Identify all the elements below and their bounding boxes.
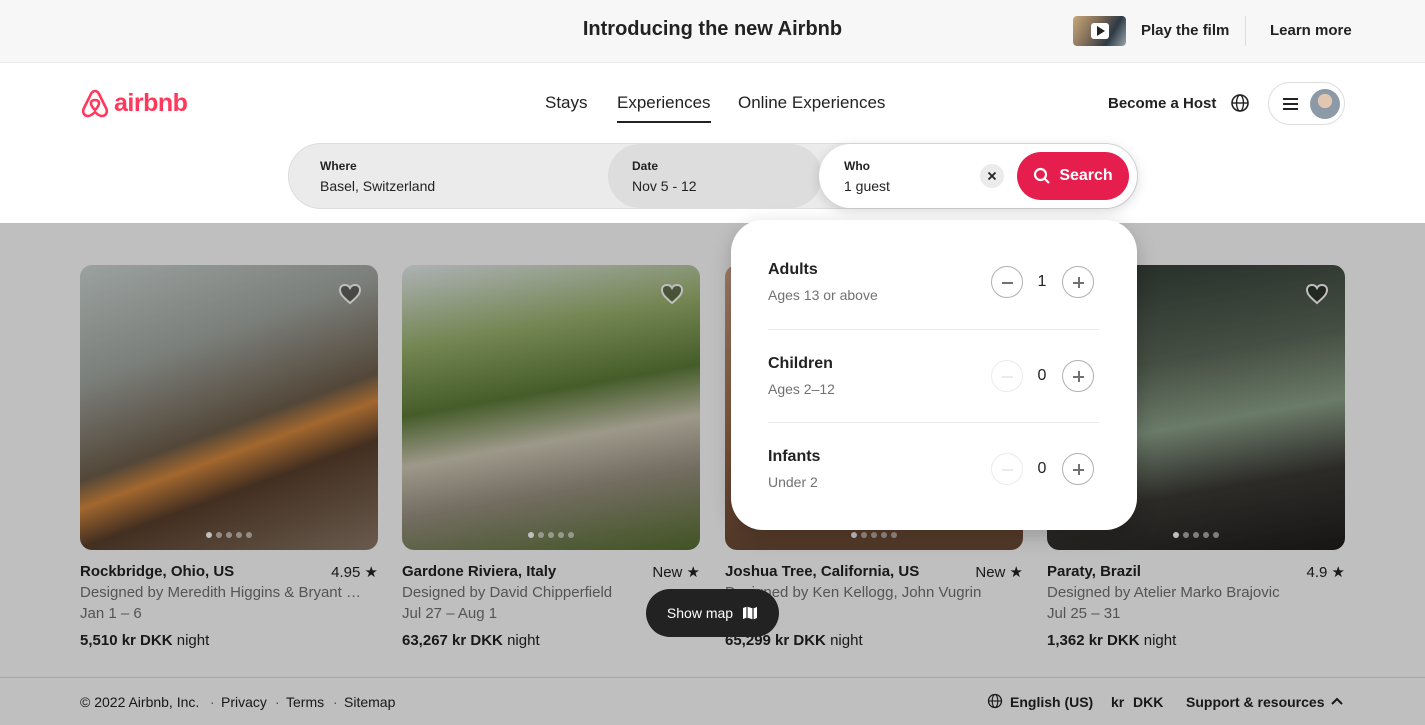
listing-title: Joshua Tree, California, US xyxy=(725,563,920,580)
infants-count: 0 xyxy=(1037,460,1047,477)
listing-dates: Jan 1 – 6 xyxy=(80,605,142,622)
guest-row-adults: Adults Ages 13 or above 1 xyxy=(768,236,1099,329)
listing-rating: New ★ xyxy=(975,564,1023,581)
guest-type-sublabel: Under 2 xyxy=(768,474,818,490)
tab-online-experiences[interactable]: Online Experiences xyxy=(738,93,885,113)
announcement-banner: Introducing the new Airbnb Play the film… xyxy=(0,0,1425,63)
decrease-adults-button[interactable] xyxy=(991,266,1023,298)
increase-infants-button[interactable] xyxy=(1062,453,1094,485)
show-map-label: Show map xyxy=(666,605,734,621)
airbnb-logo[interactable]: airbnb xyxy=(80,87,188,119)
tab-experiences[interactable]: Experiences xyxy=(617,93,711,123)
where-label: Where xyxy=(320,159,357,173)
guest-type-label: Adults xyxy=(768,261,818,278)
become-host-link[interactable]: Become a Host xyxy=(1108,95,1216,112)
date-field[interactable]: Date Nov 5 - 12 xyxy=(608,144,822,208)
listing-rating: New ★ xyxy=(652,564,700,581)
search-icon xyxy=(1034,167,1051,184)
chevron-up-icon[interactable] xyxy=(1330,696,1344,706)
footer-link-terms[interactable]: Terms xyxy=(286,694,324,710)
play-film-link[interactable]: Play the film xyxy=(1141,22,1229,39)
language-selector[interactable]: English (US) xyxy=(1010,694,1093,710)
where-value: Basel, Switzerland xyxy=(320,178,436,194)
globe-icon xyxy=(987,693,1003,709)
site-header: airbnb Stays Experiences Online Experien… xyxy=(0,63,1425,223)
listing-title: Paraty, Brazil xyxy=(1047,563,1141,580)
listing-rating: 4.95 ★ xyxy=(331,564,378,581)
menu-icon xyxy=(1283,98,1298,110)
site-footer: © 2022 Airbnb, Inc. · Privacy · Terms · … xyxy=(0,677,1425,725)
date-label: Date xyxy=(632,159,659,173)
heart-icon[interactable] xyxy=(660,282,684,306)
search-bar: Where Basel, Switzerland Date Nov 5 - 12… xyxy=(288,143,1138,209)
film-thumbnail[interactable] xyxy=(1073,16,1126,46)
heart-icon[interactable] xyxy=(338,282,362,306)
image-pagination-dots xyxy=(80,532,378,538)
support-resources-link[interactable]: Support & resources xyxy=(1186,694,1324,710)
guest-row-children: Children Ages 2–12 0 xyxy=(768,329,1099,422)
close-icon xyxy=(987,171,997,181)
search-button-label: Search xyxy=(1059,167,1113,184)
image-pagination-dots xyxy=(725,532,1023,538)
listing-price: 63,267 kr DKK night xyxy=(402,632,540,649)
logo-wordmark: airbnb xyxy=(114,88,188,117)
increase-adults-button[interactable] xyxy=(1062,266,1094,298)
map-icon xyxy=(743,606,758,620)
search-button[interactable]: Search xyxy=(1017,152,1129,200)
listing-title: Rockbridge, Ohio, US xyxy=(80,563,235,580)
listing-image[interactable] xyxy=(402,265,700,550)
user-menu-button[interactable] xyxy=(1268,82,1345,125)
listing-designer: Designed by Atelier Marko Brajovic xyxy=(1047,584,1280,601)
listing-card[interactable]: Gardone Riviera, Italy New ★ Designed by… xyxy=(402,265,700,649)
guests-dropdown: Adults Ages 13 or above 1 Children Ages … xyxy=(731,220,1137,530)
children-count: 0 xyxy=(1037,367,1047,384)
banner-divider xyxy=(1245,16,1246,46)
date-value: Nov 5 - 12 xyxy=(632,178,697,194)
image-pagination-dots xyxy=(402,532,700,538)
listing-image[interactable] xyxy=(80,265,378,550)
who-field[interactable]: Who 1 guest Search xyxy=(819,144,1137,208)
currency-selector[interactable]: DKK xyxy=(1133,694,1163,710)
decrease-children-button[interactable] xyxy=(991,360,1023,392)
footer-separator: · xyxy=(210,694,215,710)
guest-type-sublabel: Ages 13 or above xyxy=(768,287,878,303)
footer-link-sitemap[interactable]: Sitemap xyxy=(344,694,395,710)
learn-more-link[interactable]: Learn more xyxy=(1270,22,1352,39)
footer-separator: · xyxy=(275,694,280,710)
decrease-infants-button[interactable] xyxy=(991,453,1023,485)
currency-symbol[interactable]: kr xyxy=(1111,694,1124,710)
heart-icon[interactable] xyxy=(1305,282,1329,306)
guest-row-infants: Infants Under 2 0 xyxy=(768,422,1099,515)
image-pagination-dots xyxy=(1047,532,1345,538)
listing-title: Gardone Riviera, Italy xyxy=(402,563,557,580)
show-map-button[interactable]: Show map xyxy=(646,589,779,637)
listing-rating: 4.9 ★ xyxy=(1306,564,1345,581)
adults-count: 1 xyxy=(1037,273,1047,290)
increase-children-button[interactable] xyxy=(1062,360,1094,392)
globe-icon[interactable] xyxy=(1229,92,1251,114)
listing-dates: Jul 25 – 31 xyxy=(1047,605,1121,622)
airbnb-logo-icon xyxy=(81,89,109,118)
who-label: Who xyxy=(844,159,870,173)
who-value: 1 guest xyxy=(844,178,890,194)
listing-designer: Designed by David Chipperfield xyxy=(402,584,613,601)
where-field[interactable]: Where Basel, Switzerland xyxy=(289,144,609,208)
play-icon xyxy=(1091,23,1109,39)
clear-guests-button[interactable] xyxy=(980,164,1004,188)
listing-price: 1,362 kr DKK night xyxy=(1047,632,1177,649)
listing-card[interactable]: Rockbridge, Ohio, US 4.95 ★ Designed by … xyxy=(80,265,378,649)
listing-price: 5,510 kr DKK night xyxy=(80,632,210,649)
copyright-text: © 2022 Airbnb, Inc. xyxy=(80,694,200,710)
footer-link-privacy[interactable]: Privacy xyxy=(221,694,267,710)
listing-designer: Designed by Meredith Higgins & Bryant Gh… xyxy=(80,584,370,601)
avatar xyxy=(1310,89,1340,119)
guest-type-sublabel: Ages 2–12 xyxy=(768,381,835,397)
footer-separator: · xyxy=(333,694,338,710)
guest-type-label: Children xyxy=(768,355,833,372)
tab-stays[interactable]: Stays xyxy=(545,93,588,113)
guest-type-label: Infants xyxy=(768,448,821,465)
